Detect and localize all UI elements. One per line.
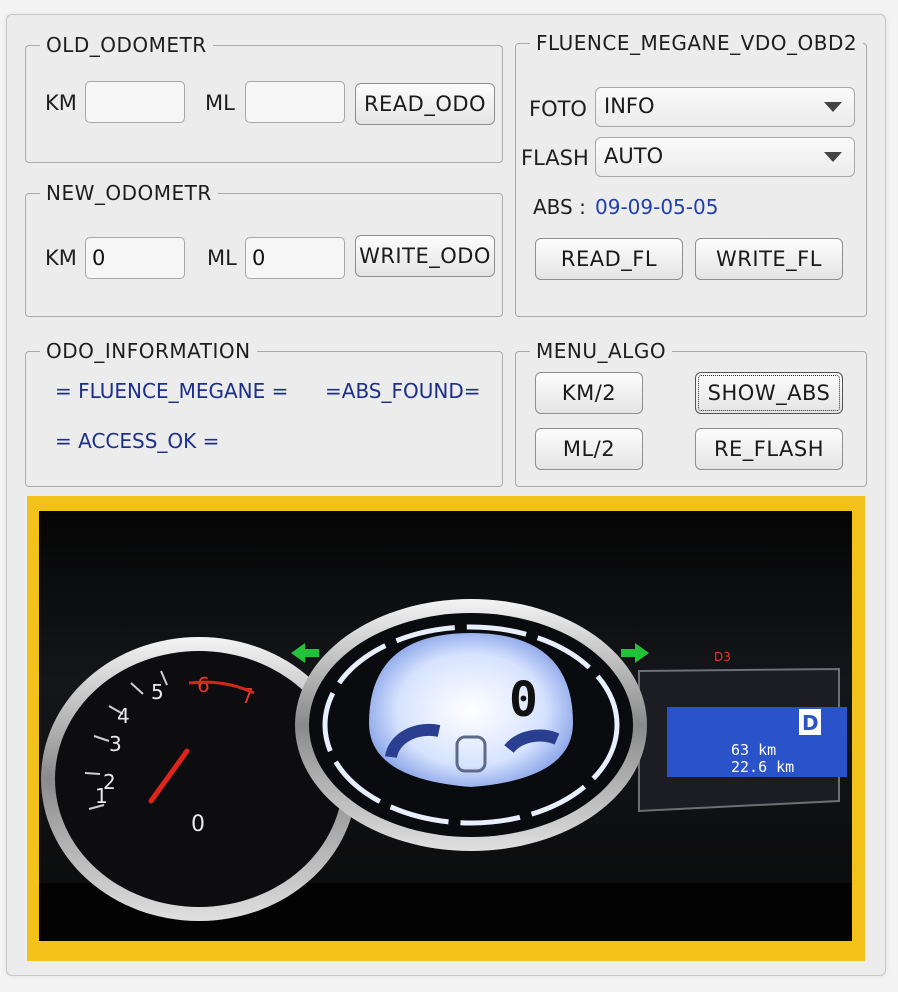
new-ml-field[interactable] xyxy=(245,237,345,279)
info-line-abs: =ABS_FOUND= xyxy=(325,379,481,403)
trip-computer-display: D 63 km 22.6 km xyxy=(667,707,847,777)
old-km-label: KM xyxy=(45,91,77,115)
tacho-tick-label: 6 xyxy=(197,673,210,697)
tacho-tick-label: 3 xyxy=(109,732,122,756)
write-odo-button[interactable]: WRITE_ODO xyxy=(355,235,495,277)
tacho-tick-label: 2 xyxy=(103,770,116,794)
instrument-cluster-illustration: 0 1 2 3 4 5 6 7 0 D3 D 63 km 22.6 km xyxy=(39,511,852,941)
speedometer: 0 xyxy=(295,599,647,851)
old-ml-field[interactable] xyxy=(245,81,345,123)
dashboard-image-frame: 0 1 2 3 4 5 6 7 0 D3 D 63 km 22.6 km xyxy=(27,496,865,961)
new-km-label: KM xyxy=(45,246,77,270)
abs-value: 09-09-05-05 xyxy=(595,195,719,219)
flash-label: FLASH xyxy=(521,146,589,170)
chevron-down-icon xyxy=(824,102,842,112)
info-line-vehicle: = FLUENCE_MEGANE = xyxy=(55,379,289,403)
odo-information-legend: ODO_INFORMATION xyxy=(46,339,251,363)
flash-select-value: AUTO xyxy=(604,144,664,168)
re-flash-button[interactable]: RE_FLASH xyxy=(695,428,843,470)
ml-half-button[interactable]: ML/2 xyxy=(535,428,643,470)
trip-odo-line-2: 22.6 km xyxy=(731,758,794,776)
speed-digit: 0 xyxy=(509,672,538,728)
menu-algo-legend: MENU_ALGO xyxy=(536,339,667,363)
foto-label: FOTO xyxy=(529,97,587,121)
old-ml-label: ML xyxy=(205,91,235,115)
chevron-down-icon xyxy=(824,152,842,162)
device-legend: FLUENCE_MEGANE_VDO_OBD2 xyxy=(536,31,858,55)
flash-select[interactable]: AUTO xyxy=(595,137,855,177)
warning-indicator-icon: D3 xyxy=(714,650,731,664)
info-line-access: = ACCESS_OK = xyxy=(55,429,220,453)
old-odometer-legend: OLD_ODOMETR xyxy=(46,33,207,57)
gear-indicator: D xyxy=(802,711,819,735)
trip-odo-line-1: 63 km xyxy=(731,741,776,759)
tacho-tick-label: 5 xyxy=(151,680,164,704)
foto-select-value: INFO xyxy=(604,94,655,118)
foto-select[interactable]: INFO xyxy=(595,87,855,127)
tacho-tick-label: 4 xyxy=(117,704,130,728)
speedo-lcd xyxy=(369,633,573,787)
write-fl-button[interactable]: WRITE_FL xyxy=(695,238,843,280)
dashboard-photo: 0 1 2 3 4 5 6 7 0 D3 D 63 km 22.6 km xyxy=(39,511,852,941)
odo-information-group: ODO_INFORMATION xyxy=(25,339,503,487)
show-abs-button[interactable]: SHOW_ABS xyxy=(695,372,843,414)
tacho-tick-label: 0 xyxy=(191,812,205,837)
km-half-button[interactable]: KM/2 xyxy=(535,372,643,414)
app-window: OLD_ODOMETR KM ML READ_ODO NEW_ODOMETR K… xyxy=(6,14,886,976)
new-ml-label: ML xyxy=(207,246,237,270)
read-odo-button[interactable]: READ_ODO xyxy=(355,83,495,125)
new-odometer-legend: NEW_ODOMETR xyxy=(46,181,212,205)
old-km-field[interactable] xyxy=(85,81,185,123)
read-fl-button[interactable]: READ_FL xyxy=(535,238,683,280)
abs-label: ABS : xyxy=(533,195,586,219)
new-km-field[interactable] xyxy=(85,237,185,279)
